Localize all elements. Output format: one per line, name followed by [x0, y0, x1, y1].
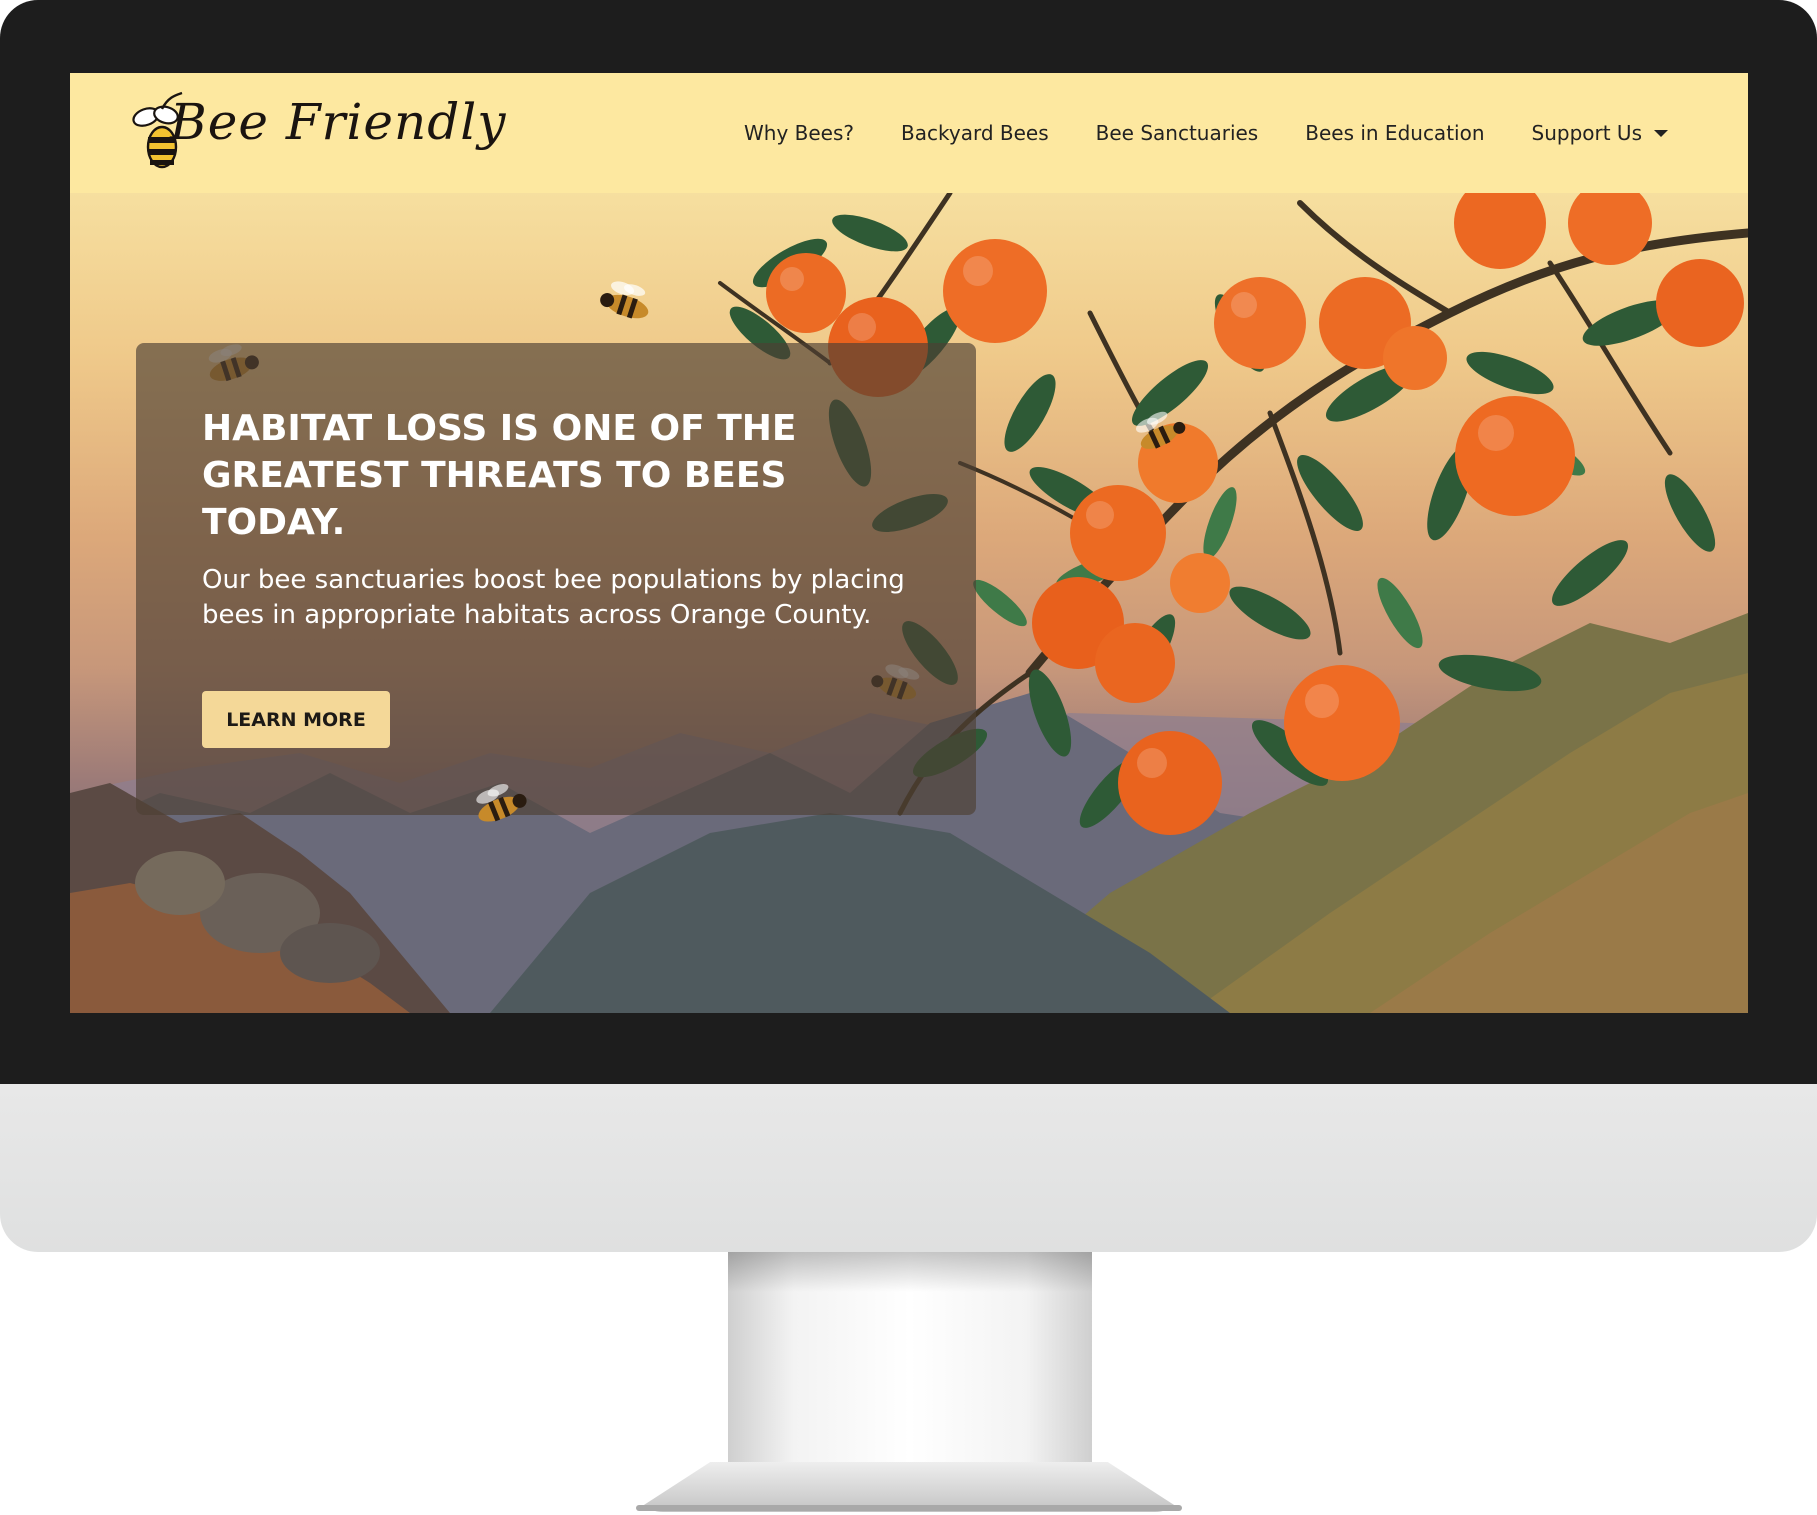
website-screen: Bee Friendly Why Bees? Backyard Bees Bee…	[70, 73, 1748, 1013]
nav-item-why-bees[interactable]: Why Bees?	[744, 121, 854, 145]
main-nav: Why Bees? Backyard Bees Bee Sanctuaries …	[744, 73, 1668, 193]
brand-name: Bee Friendly	[170, 93, 507, 151]
brand-logo[interactable]: Bee Friendly	[132, 89, 505, 181]
nav-item-label: Bee Sanctuaries	[1095, 121, 1259, 145]
hero-description: Our bee sanctuaries boost bee population…	[202, 565, 905, 630]
nav-item-backyard-bees[interactable]: Backyard Bees	[901, 121, 1049, 145]
nav-item-label: Bees in Education	[1305, 121, 1485, 145]
monitor-mockup: Bee Friendly Why Bees? Backyard Bees Bee…	[0, 0, 1817, 1515]
nav-item-bee-sanctuaries[interactable]: Bee Sanctuaries	[1096, 121, 1259, 145]
learn-more-button[interactable]: LEARN MORE	[202, 691, 390, 748]
hero-text-card: Habitat loss is one of the greatest thre…	[136, 343, 976, 815]
hero-headline: Habitat loss is one of the greatest thre…	[202, 408, 797, 543]
nav-item-support-us-dropdown[interactable]: Support Us	[1532, 121, 1668, 145]
nav-item-label: Backyard Bees	[901, 121, 1049, 145]
hero-section: Habitat loss is one of the greatest thre…	[70, 193, 1748, 1013]
nav-item-label: Why Bees?	[744, 121, 855, 145]
monitor-chin	[0, 1084, 1817, 1252]
nav-item-bees-in-education[interactable]: Bees in Education	[1305, 121, 1484, 145]
navbar: Bee Friendly Why Bees? Backyard Bees Bee…	[70, 73, 1748, 193]
caret-down-icon	[1654, 129, 1668, 137]
nav-item-label: Support Us	[1531, 121, 1642, 145]
